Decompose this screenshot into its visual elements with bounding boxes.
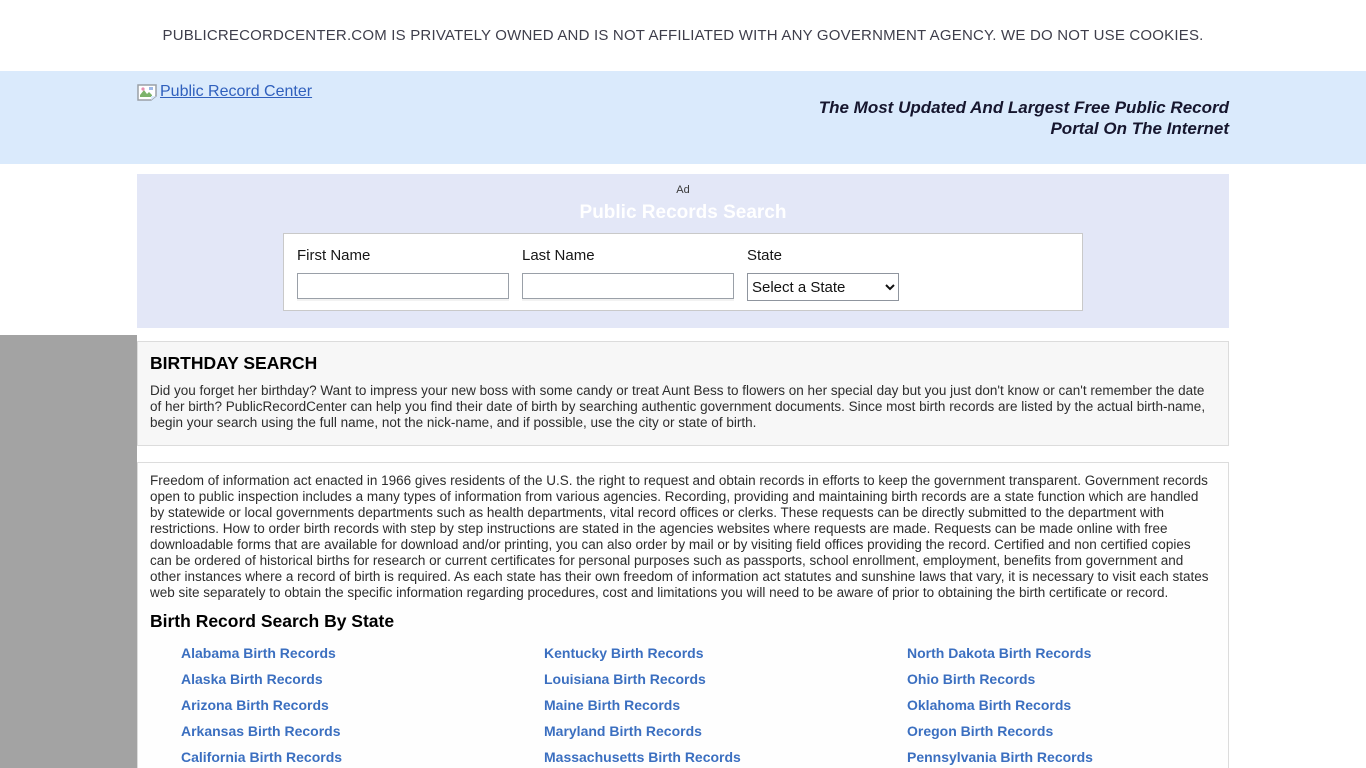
tagline-line-1: The Most Updated And Largest Free Public… xyxy=(819,97,1229,118)
state-label: State xyxy=(747,247,899,264)
site-header: Public Record Center The Most Updated An… xyxy=(0,71,1366,164)
birthday-search-heading: BIRTHDAY SEARCH xyxy=(150,353,1216,374)
header-inner: Public Record Center The Most Updated An… xyxy=(137,71,1229,164)
left-margin-strip xyxy=(0,335,137,768)
state-link-ohio[interactable]: Ohio Birth Records xyxy=(907,672,1270,687)
search-form-panel: First Name Last Name State Select a Stat… xyxy=(283,233,1083,311)
birthday-search-text: Did you forget her birthday? Want to imp… xyxy=(150,383,1216,431)
state-link-arizona[interactable]: Arizona Birth Records xyxy=(181,698,544,713)
birthday-search-box: BIRTHDAY SEARCH Did you forget her birth… xyxy=(137,341,1229,446)
birth-records-info-box: Freedom of information act enacted in 19… xyxy=(137,462,1229,768)
state-link-pennsylvania[interactable]: Pennsylvania Birth Records xyxy=(907,750,1270,765)
state-link-louisiana[interactable]: Louisiana Birth Records xyxy=(544,672,907,687)
site-tagline: The Most Updated And Largest Free Public… xyxy=(819,97,1229,139)
state-link-oklahoma[interactable]: Oklahoma Birth Records xyxy=(907,698,1270,713)
state-link-maine[interactable]: Maine Birth Records xyxy=(544,698,907,713)
last-name-input[interactable] xyxy=(522,273,734,299)
state-link-arkansas[interactable]: Arkansas Birth Records xyxy=(181,724,544,739)
state-link-kentucky[interactable]: Kentucky Birth Records xyxy=(544,646,907,661)
public-records-search-title: Public Records Search xyxy=(137,202,1229,224)
state-link-alaska[interactable]: Alaska Birth Records xyxy=(181,672,544,687)
state-links-grid: Alabama Birth Records Kentucky Birth Rec… xyxy=(150,646,1216,765)
state-link-alabama[interactable]: Alabama Birth Records xyxy=(181,646,544,661)
state-group: State Select a State xyxy=(747,247,899,301)
state-link-maryland[interactable]: Maryland Birth Records xyxy=(544,724,907,739)
state-link-california[interactable]: California Birth Records xyxy=(181,750,544,765)
state-link-massachusetts[interactable]: Massachusetts Birth Records xyxy=(544,750,907,765)
disclaimer-text: PUBLICRECORDCENTER.COM IS PRIVATELY OWNE… xyxy=(162,27,1203,44)
disclaimer-bar: PUBLICRECORDCENTER.COM IS PRIVATELY OWNE… xyxy=(0,0,1366,71)
state-link-oregon[interactable]: Oregon Birth Records xyxy=(907,724,1270,739)
logo-link-label: Public Record Center xyxy=(160,83,312,101)
state-select[interactable]: Select a State xyxy=(747,273,899,301)
state-link-north-dakota[interactable]: North Dakota Birth Records xyxy=(907,646,1270,661)
ad-search-section: Ad Public Records Search First Name Last… xyxy=(137,174,1229,328)
main-content: Ad Public Records Search First Name Last… xyxy=(137,174,1229,768)
first-name-input[interactable] xyxy=(297,273,509,299)
logo-link[interactable]: Public Record Center xyxy=(137,83,312,101)
ad-label: Ad xyxy=(137,174,1229,196)
broken-image-icon xyxy=(137,84,157,101)
first-name-label: First Name xyxy=(297,247,522,264)
last-name-label: Last Name xyxy=(522,247,747,264)
first-name-group: First Name xyxy=(297,247,522,299)
foia-paragraph: Freedom of information act enacted in 19… xyxy=(150,473,1216,601)
tagline-line-2: Portal On The Internet xyxy=(819,118,1229,139)
state-search-heading: Birth Record Search By State xyxy=(150,611,1216,631)
last-name-group: Last Name xyxy=(522,247,747,299)
